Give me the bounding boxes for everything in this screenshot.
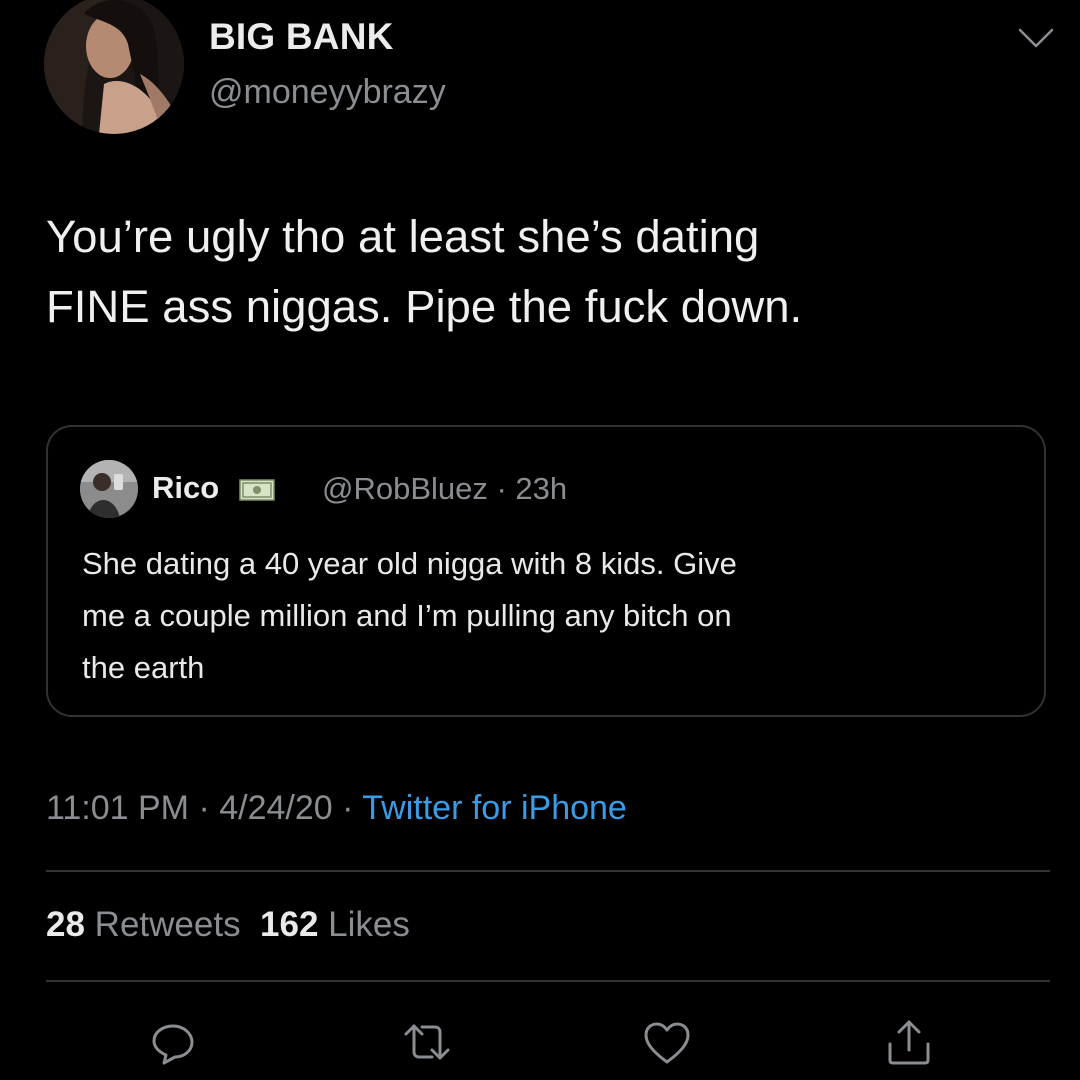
divider (46, 870, 1050, 872)
engagement-stats: 28 Retweets 162 Likes (46, 905, 410, 945)
quoted-tweet-text-line: the earth (82, 650, 205, 685)
quoted-author-handle-time: @RobBluez · 23h (322, 471, 568, 506)
source-link[interactable]: Twitter for iPhone (362, 789, 627, 827)
likes-stat[interactable]: 162 Likes (260, 905, 410, 944)
divider (46, 980, 1050, 982)
retweets-stat[interactable]: 28 Retweets (46, 905, 241, 944)
likes-label: Likes (328, 905, 410, 944)
retweets-label: Retweets (94, 905, 241, 944)
quoted-tweet-text: She dating a 40 year old nigga with 8 ki… (82, 538, 1022, 694)
author-display-name[interactable]: BIG BANK (209, 16, 394, 58)
quoted-tweet-text-line: She dating a 40 year old nigga with 8 ki… (82, 546, 737, 581)
share-icon[interactable] (884, 1018, 934, 1068)
reply-icon[interactable] (148, 1018, 198, 1068)
likes-count: 162 (260, 905, 319, 944)
tweet-text: You’re ugly tho at least she’s dating FI… (46, 202, 1046, 342)
quoted-tweet-text-line: me a couple million and I’m pulling any … (82, 598, 732, 633)
time-date[interactable]: 11:01 PM · 4/24/20 · (46, 789, 362, 827)
tweet-text-line: You’re ugly tho at least she’s dating (46, 211, 760, 262)
retweets-count: 28 (46, 905, 85, 944)
chevron-down-icon[interactable] (1014, 22, 1058, 52)
quoted-author-avatar (80, 460, 138, 518)
author-avatar[interactable] (44, 0, 184, 134)
tweet-text-line: FINE ass niggas. Pipe the fuck down. (46, 281, 803, 332)
heart-icon[interactable] (642, 1018, 692, 1068)
quoted-author-name: Rico (152, 470, 220, 505)
retweet-icon[interactable] (402, 1018, 452, 1068)
author-handle[interactable]: @moneyybrazy (209, 73, 446, 112)
money-emoji-icon (239, 479, 275, 501)
tweet-timestamp: 11:01 PM · 4/24/20 · Twitter for iPhone (46, 789, 627, 828)
